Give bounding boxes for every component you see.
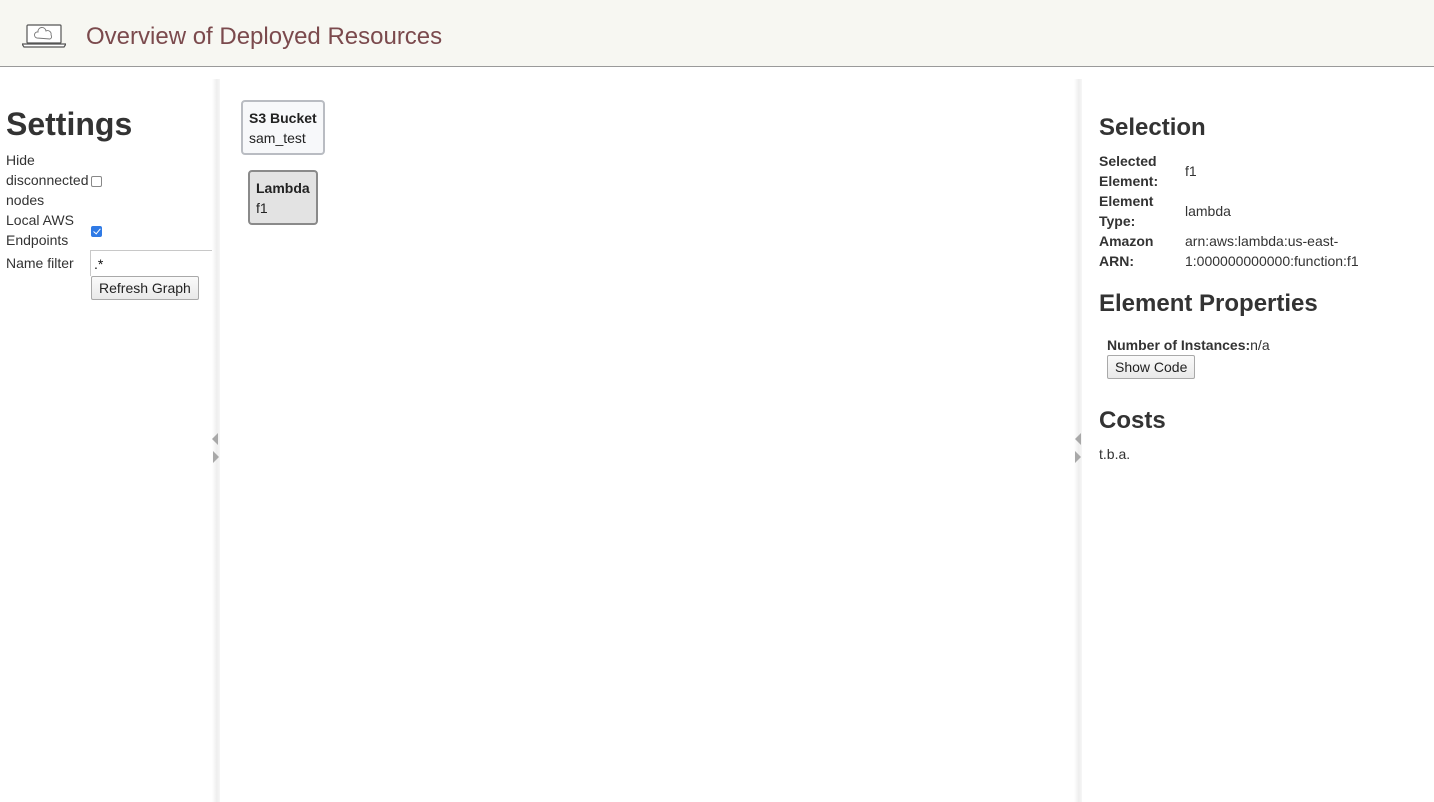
graph-canvas[interactable]: S3 Bucket sam_test Lambda f1: [222, 79, 1074, 802]
arn-value-line1: arn:aws:lambda:us-east-: [1185, 233, 1339, 249]
node-name: sam_test: [249, 130, 306, 146]
graph-node-lambda[interactable]: Lambda f1: [248, 170, 318, 225]
name-filter-label: Name filter: [6, 255, 74, 271]
right-splitter[interactable]: [1074, 79, 1082, 802]
settings-panel: Settings Hide disconnected nodes Local A…: [0, 79, 214, 802]
hide-disconnected-label-line2: disconnected: [6, 172, 89, 188]
selection-panel: Selection Selected Element: f1 Element T…: [1083, 79, 1434, 802]
instances-value: n/a: [1250, 337, 1270, 353]
instances-row: Number of Instances:n/a: [1107, 335, 1270, 355]
show-code-button[interactable]: Show Code: [1107, 355, 1196, 379]
laptop-cloud-icon: [22, 24, 66, 48]
costs-title: Costs: [1099, 407, 1166, 434]
selected-element-label-line1: Selected: [1099, 153, 1157, 169]
instances-label: Number of Instances:: [1107, 337, 1251, 353]
hide-disconnected-checkbox[interactable]: [91, 176, 102, 187]
collapse-left-icon[interactable]: [212, 433, 218, 445]
hide-disconnected-label-line1: Hide: [6, 152, 35, 168]
element-type-label-line2: Type:: [1099, 213, 1136, 229]
graph-node-s3-bucket[interactable]: S3 Bucket sam_test: [241, 100, 325, 155]
left-splitter[interactable]: [212, 79, 220, 802]
expand-right-icon[interactable]: [1075, 451, 1081, 463]
arn-label-line1: Amazon: [1099, 233, 1154, 249]
app-header: Overview of Deployed Resources: [0, 0, 1434, 67]
costs-text: t.b.a.: [1099, 446, 1131, 462]
refresh-graph-button[interactable]: Refresh Graph: [91, 276, 199, 300]
element-type-label-line1: Element: [1099, 193, 1154, 209]
selected-element-label-line2: Element:: [1099, 173, 1159, 189]
local-aws-label-line2: Endpoints: [6, 232, 69, 248]
node-type: Lambda: [256, 180, 310, 196]
arn-value-line2: 1:000000000000:function:f1: [1185, 253, 1359, 269]
arn-label-line2: ARN:: [1099, 253, 1134, 269]
local-aws-checkbox[interactable]: [91, 226, 102, 237]
selected-element-value: f1: [1185, 163, 1197, 179]
collapse-right-icon[interactable]: [1075, 433, 1081, 445]
element-type-value: lambda: [1185, 203, 1231, 219]
node-type: S3 Bucket: [249, 110, 317, 126]
app-title: Overview of Deployed Resources: [86, 23, 443, 50]
name-filter-input[interactable]: [90, 250, 214, 276]
hide-disconnected-label-line3: nodes: [6, 192, 45, 208]
settings-title: Settings: [6, 106, 133, 142]
selection-title: Selection: [1099, 114, 1206, 141]
element-properties-title: Element Properties: [1099, 290, 1318, 317]
node-name: f1: [256, 200, 268, 216]
expand-left-icon[interactable]: [213, 451, 219, 463]
local-aws-label-line1: Local AWS: [6, 212, 74, 228]
